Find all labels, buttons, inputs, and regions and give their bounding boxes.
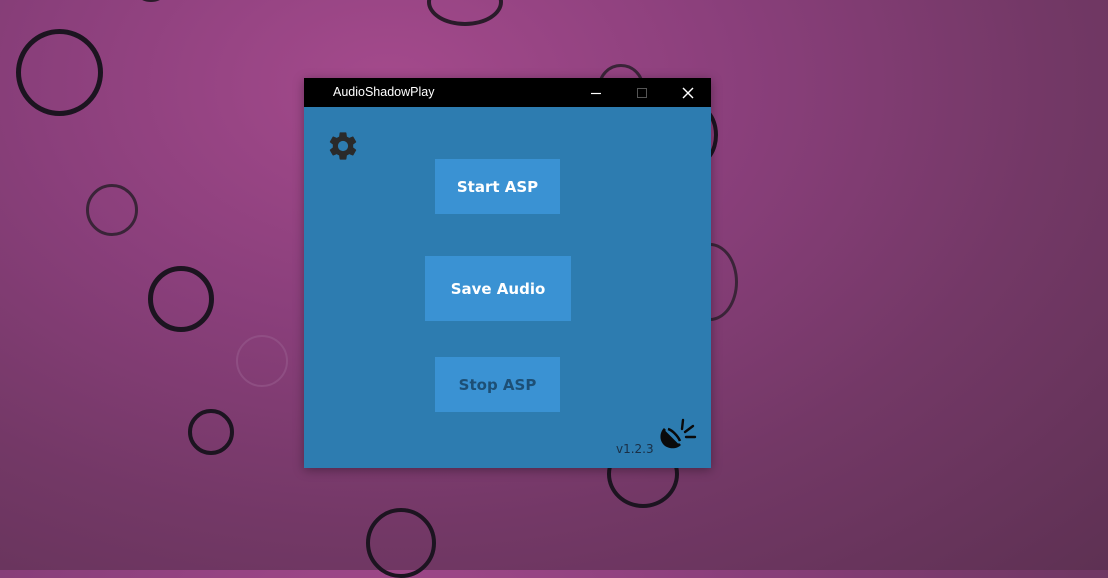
window-title: AudioShadowPlay xyxy=(333,85,435,99)
settings-button[interactable] xyxy=(325,129,361,163)
close-button[interactable] xyxy=(665,78,711,107)
wallpaper-ring xyxy=(188,409,234,455)
minimize-icon xyxy=(591,92,601,94)
app-window: AudioShadowPlay Start ASP Save Audio Sto… xyxy=(304,78,711,468)
wallpaper-ring xyxy=(366,508,436,578)
wallpaper-ring xyxy=(148,266,214,332)
minimize-button[interactable] xyxy=(573,78,619,107)
close-icon xyxy=(682,87,694,98)
stop-asp-label: Stop ASP xyxy=(458,375,537,394)
maximize-icon xyxy=(637,87,647,98)
app-logo xyxy=(658,417,698,455)
save-audio-label: Save Audio xyxy=(450,279,546,298)
wallpaper-ring xyxy=(236,335,288,387)
wallpaper-ring xyxy=(86,184,138,236)
wallpaper-ring xyxy=(140,0,162,2)
start-asp-label: Start ASP xyxy=(456,177,539,196)
save-audio-button[interactable]: Save Audio xyxy=(425,256,571,321)
speaker-shadow-icon xyxy=(660,418,697,449)
stop-asp-button[interactable]: Stop ASP xyxy=(435,357,560,412)
gear-icon xyxy=(329,132,357,160)
start-asp-button[interactable]: Start ASP xyxy=(435,159,560,214)
version-label: v1.2.3 xyxy=(616,442,654,456)
title-bar[interactable]: AudioShadowPlay xyxy=(304,78,711,107)
wallpaper-ring xyxy=(427,0,503,26)
wallpaper-ring xyxy=(16,29,103,116)
maximize-button[interactable] xyxy=(619,78,665,107)
